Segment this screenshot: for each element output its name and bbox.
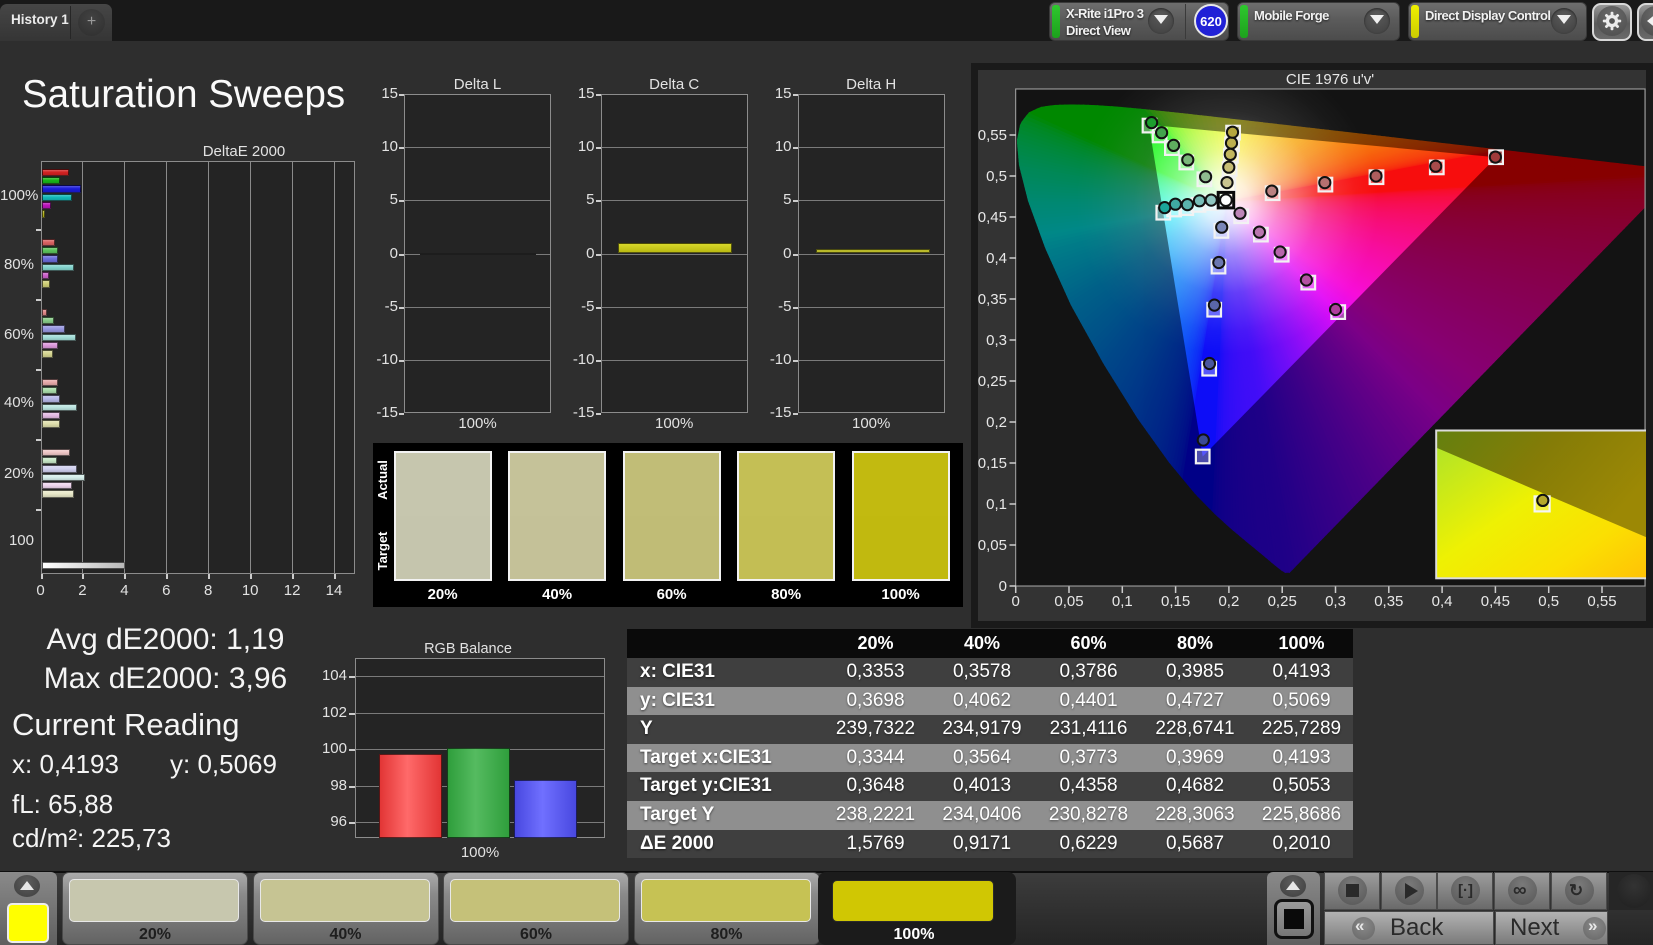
svg-text:0,3: 0,3 bbox=[986, 332, 1007, 349]
svg-text:0: 0 bbox=[1012, 593, 1020, 610]
svg-text:0,55: 0,55 bbox=[1587, 593, 1616, 610]
svg-text:0,15: 0,15 bbox=[978, 455, 1007, 472]
svg-text:0,25: 0,25 bbox=[978, 373, 1007, 390]
svg-text:0,35: 0,35 bbox=[1374, 593, 1403, 610]
svg-text:0,25: 0,25 bbox=[1268, 593, 1297, 610]
svg-text:0,55: 0,55 bbox=[978, 127, 1007, 144]
svg-text:0,1: 0,1 bbox=[986, 496, 1007, 513]
svg-text:0,35: 0,35 bbox=[978, 291, 1007, 308]
svg-text:0,45: 0,45 bbox=[1481, 593, 1510, 610]
svg-text:0,2: 0,2 bbox=[1218, 593, 1239, 610]
svg-text:0,5: 0,5 bbox=[986, 168, 1007, 185]
svg-text:0,3: 0,3 bbox=[1325, 593, 1346, 610]
svg-text:0,4: 0,4 bbox=[986, 250, 1007, 267]
svg-text:0,45: 0,45 bbox=[978, 209, 1007, 226]
svg-text:0,05: 0,05 bbox=[978, 537, 1007, 554]
svg-text:0,5: 0,5 bbox=[1538, 593, 1559, 610]
svg-text:0,2: 0,2 bbox=[986, 414, 1007, 431]
svg-text:0,05: 0,05 bbox=[1054, 593, 1083, 610]
svg-text:0: 0 bbox=[999, 578, 1007, 595]
svg-text:0,1: 0,1 bbox=[1112, 593, 1133, 610]
svg-text:0,4: 0,4 bbox=[1432, 593, 1453, 610]
svg-text:0,15: 0,15 bbox=[1161, 593, 1190, 610]
